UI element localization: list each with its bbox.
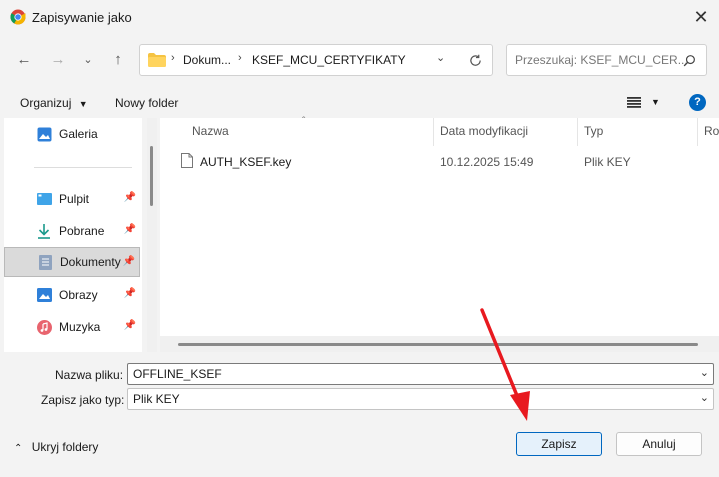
sidebar-item-label: Pobrane [59,224,105,238]
sidebar-item-galeria[interactable]: Galeria [4,119,140,149]
save-button[interactable]: Zapisz [516,432,602,456]
download-icon [36,223,52,239]
navigation-pane: Galeria Pulpit 📌 Pobrane 📌 Dokumenty 📌 O… [4,118,142,352]
sidebar-item-label: Galeria [59,127,98,141]
music-icon [36,319,52,335]
column-header-type[interactable]: Typ [584,124,603,138]
pin-icon: 📌 [123,288,136,299]
scrollbar-thumb[interactable] [178,343,698,346]
sidebar-item-label: Dokumenty [60,255,121,269]
back-arrow-icon[interactable]: ← [12,48,36,72]
close-button[interactable]: ✕ [690,6,712,28]
file-type: Plik KEY [584,155,631,169]
sidebar-item-muzyka[interactable]: Muzyka 📌 [4,312,140,342]
column-header-size[interactable]: Roz [704,124,719,138]
table-row[interactable]: AUTH_KSEF.key 10.12.2025 15:49 Plik KEY [176,150,706,172]
sidebar-item-pulpit[interactable]: Pulpit 📌 [4,184,140,214]
organize-menu[interactable]: Organizuj ▼ [20,96,88,110]
organize-label: Organizuj [20,96,72,110]
pin-icon: 📌 [122,256,135,267]
sidebar-item-label: Pulpit [59,192,90,206]
view-dropdown-icon[interactable]: ▼ [651,97,660,107]
forward-arrow-icon[interactable]: → [46,48,70,72]
scrollbar-thumb[interactable] [150,146,153,206]
pictures-icon [36,287,52,303]
sidebar-item-obrazy[interactable]: Obrazy 📌 [4,280,140,310]
file-list-scrollbar[interactable] [160,336,719,352]
sidebar-item-label: Obrazy [59,288,98,302]
breadcrumb-chevron-icon: › [171,52,175,64]
cancel-button[interactable]: Anuluj [616,432,702,456]
filetype-value: Plik KEY [133,392,180,406]
column-header-name[interactable]: Nazwa [192,124,229,138]
file-modified: 10.12.2025 15:49 [440,155,534,169]
filetype-dropdown-chevron-icon[interactable]: ⌄ [700,391,709,404]
new-folder-button[interactable]: Nowy folder [115,96,178,110]
address-bar[interactable]: › Dokum... › KSEF_MCU_CERTYFIKATY ⌄ [139,44,493,76]
breadcrumb-item[interactable]: Dokum... [183,53,231,67]
sidebar-item-pobrane[interactable]: Pobrane 📌 [4,216,140,246]
refresh-icon[interactable] [469,54,482,67]
file-name: AUTH_KSEF.key [200,155,292,169]
up-arrow-icon[interactable]: ↑ [106,48,130,72]
search-box[interactable]: Przeszukaj: KSEF_MCU_CER... [506,44,707,76]
pin-icon: 📌 [123,224,136,235]
filename-label: Nazwa pliku: [55,368,124,382]
view-list-icon[interactable] [627,97,641,108]
help-icon[interactable]: ? [689,94,706,111]
hide-folders-toggle[interactable]: ⌃ Ukryj foldery [14,440,98,454]
recent-locations-chevron-icon[interactable]: ⌄ [76,48,100,72]
search-icon[interactable] [683,54,696,67]
breadcrumb-item[interactable]: KSEF_MCU_CERTYFIKATY [252,53,406,67]
filetype-select[interactable]: Plik KEY ⌄ [127,388,714,410]
chevron-up-icon: ⌃ [14,443,23,454]
organize-dropdown-icon: ▼ [78,99,88,109]
address-dropdown-chevron-icon[interactable]: ⌄ [436,51,445,64]
dialog-footer [0,412,719,477]
column-separator[interactable] [697,118,698,146]
chrome-icon [10,9,26,25]
filetype-label: Zapisz jako typ: [41,393,125,407]
hide-folders-label: Ukryj foldery [31,440,99,454]
documents-icon [37,254,53,270]
gallery-icon [36,126,52,142]
file-list: ˆ Nazwa Data modyfikacji Typ Roz AUTH_KS… [160,116,719,352]
sidebar-divider [34,167,132,168]
sort-ascending-icon: ˆ [302,116,306,127]
sidebar-item-label: Muzyka [59,320,101,334]
sidebar-scrollbar[interactable] [147,118,157,352]
desktop-icon [36,191,52,207]
filename-dropdown-chevron-icon[interactable]: ⌄ [700,366,709,379]
command-bar [0,88,719,118]
column-separator[interactable] [577,118,578,146]
pin-icon: 📌 [123,192,136,203]
window-title: Zapisywanie jako [32,10,132,25]
breadcrumb-chevron-icon: › [238,52,242,64]
column-separator[interactable] [433,118,434,146]
annotation-arrow [480,308,530,421]
folder-icon [148,53,166,67]
search-input[interactable]: Przeszukaj: KSEF_MCU_CER... [515,53,688,67]
filename-value: OFFLINE_KSEF [133,367,222,381]
filename-input[interactable]: OFFLINE_KSEF ⌄ [127,363,714,385]
file-icon [181,153,193,168]
pin-icon: 📌 [123,320,136,331]
column-header-modified[interactable]: Data modyfikacji [440,124,528,138]
sidebar-item-dokumenty[interactable]: Dokumenty 📌 [4,247,140,277]
